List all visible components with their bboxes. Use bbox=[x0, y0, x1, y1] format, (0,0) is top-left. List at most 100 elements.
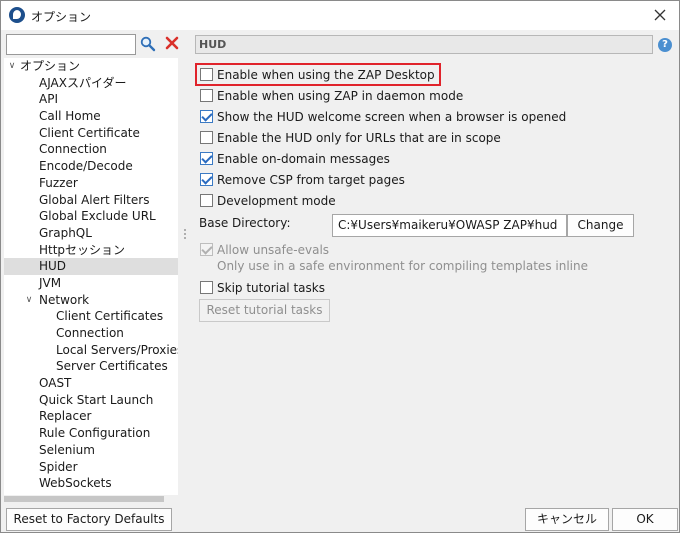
search-icon[interactable] bbox=[140, 36, 156, 52]
checkbox-label: Allow unsafe-evals bbox=[217, 242, 330, 257]
tree-item[interactable]: ∨ Network bbox=[4, 292, 178, 309]
tree-item[interactable]: Spider bbox=[4, 459, 178, 476]
clear-search-icon[interactable] bbox=[164, 36, 180, 52]
tree-item-label: Replacer bbox=[39, 409, 92, 424]
change-directory-button[interactable]: Change bbox=[567, 214, 634, 237]
in-scope-only-checkbox[interactable] bbox=[200, 131, 213, 144]
tree-item[interactable]: Fuzzer bbox=[4, 175, 178, 192]
hud-options-panel: HUD ? Enable when using the ZAP Desktop … bbox=[191, 30, 679, 505]
chevron-down-icon[interactable]: ∨ bbox=[6, 58, 18, 75]
tree-item-label: OAST bbox=[39, 376, 72, 391]
options-search-input[interactable] bbox=[6, 34, 136, 55]
tree-item[interactable]: Selenium bbox=[4, 442, 178, 459]
checkbox-label: Enable when using the ZAP Desktop bbox=[217, 67, 435, 82]
checkbox-label: Skip tutorial tasks bbox=[217, 280, 325, 295]
remove-csp-checkbox[interactable] bbox=[200, 173, 213, 186]
tree-item-label: Selenium bbox=[39, 442, 95, 457]
tree-item-label: HUD bbox=[39, 259, 67, 274]
tree-item[interactable]: Httpセッション bbox=[4, 242, 178, 259]
enable-daemon-checkbox[interactable] bbox=[200, 89, 213, 102]
chevron-down-icon[interactable]: ∨ bbox=[23, 292, 35, 309]
tree-item-label: Global Alert Filters bbox=[39, 192, 150, 207]
tree-item-label: Network bbox=[39, 292, 90, 307]
tree-item[interactable]: Encode/Decode bbox=[4, 158, 178, 175]
tree-item[interactable]: API bbox=[4, 91, 178, 108]
help-icon[interactable]: ? bbox=[658, 38, 672, 52]
tree-item[interactable]: GraphQL bbox=[4, 225, 178, 242]
tree-item-label: Global Exclude URL bbox=[39, 209, 156, 224]
options-dialog: オプション ∨ オプション AJAXスパイダー API Call Home Client … bbox=[0, 0, 680, 533]
tree-item[interactable]: Global Exclude URL bbox=[4, 208, 178, 225]
tree-item[interactable]: WebSockets bbox=[4, 475, 178, 492]
remove-csp-option[interactable]: Remove CSP from target pages bbox=[200, 171, 405, 188]
tree-item[interactable]: ∨ オプション bbox=[4, 58, 178, 75]
development-mode-option[interactable]: Development mode bbox=[200, 192, 336, 209]
scrollbar-thumb[interactable] bbox=[4, 496, 164, 502]
options-tree[interactable]: ∨ オプション AJAXスパイダー API Call Home Client Certif… bbox=[4, 58, 178, 503]
checkbox-label: Enable when using ZAP in daemon mode bbox=[217, 88, 464, 103]
splitter-handle-icon[interactable] bbox=[183, 227, 187, 241]
reset-tutorial-tasks-button: Reset tutorial tasks bbox=[199, 299, 330, 322]
tree-item[interactable]: AJAXスパイダー bbox=[4, 75, 178, 92]
checkbox-label: Development mode bbox=[217, 193, 336, 208]
tree-item[interactable]: Connection bbox=[4, 141, 178, 158]
tree-item[interactable]: Client Certificate bbox=[4, 125, 178, 142]
tree-item[interactable]: Replacer bbox=[4, 408, 178, 425]
options-navigation-panel: ∨ オプション AJAXスパイダー API Call Home Client Certif… bbox=[1, 30, 190, 505]
unsafe-evals-note: Only use in a safe environment for compi… bbox=[217, 259, 588, 273]
tree-horizontal-scrollbar[interactable] bbox=[4, 495, 178, 503]
title-bar: オプション bbox=[1, 1, 679, 30]
tree-item[interactable]: Connection bbox=[4, 325, 178, 342]
dialog-footer: Reset to Factory Defaults キャンセル OK bbox=[1, 505, 679, 532]
development-mode-checkbox[interactable] bbox=[200, 194, 213, 207]
reset-factory-defaults-button[interactable]: Reset to Factory Defaults bbox=[6, 508, 172, 531]
show-welcome-checkbox[interactable] bbox=[200, 110, 213, 123]
tree-item[interactable]: Quick Start Launch bbox=[4, 392, 178, 409]
on-domain-messages-option[interactable]: Enable on-domain messages bbox=[200, 150, 390, 167]
tree-item[interactable]: Server Certificates bbox=[4, 358, 178, 375]
cancel-button[interactable]: キャンセル bbox=[525, 508, 609, 531]
tree-item[interactable]: HUD bbox=[4, 258, 178, 275]
tree-item[interactable]: Client Certificates bbox=[4, 308, 178, 325]
base-directory-field[interactable]: C:¥Users¥maikeru¥OWASP ZAP¥hud bbox=[332, 214, 567, 237]
allow-unsafe-evals-option: Allow unsafe-evals bbox=[200, 241, 329, 258]
tree-item-label: GraphQL bbox=[39, 225, 92, 240]
tree-item-label: JVM bbox=[39, 275, 62, 290]
tree-item-label: Httpセッション bbox=[39, 242, 126, 257]
tree-item[interactable]: Call Home bbox=[4, 108, 178, 125]
checkbox-label: Enable the HUD only for URLs that are in… bbox=[217, 130, 501, 145]
tree-item-label: Connection bbox=[39, 142, 107, 157]
panel-title: HUD bbox=[195, 35, 653, 54]
skip-tutorial-option[interactable]: Skip tutorial tasks bbox=[200, 279, 325, 296]
tree-item-label: Client Certificate bbox=[39, 125, 140, 140]
tree-item-label: Spider bbox=[39, 459, 78, 474]
enable-desktop-option[interactable]: Enable when using the ZAP Desktop bbox=[200, 66, 435, 83]
in-scope-only-option[interactable]: Enable the HUD only for URLs that are in… bbox=[200, 129, 501, 146]
enable-desktop-checkbox[interactable] bbox=[200, 68, 213, 81]
close-button[interactable] bbox=[649, 5, 671, 25]
tree-item-label: オプション bbox=[20, 59, 81, 73]
on-domain-messages-checkbox[interactable] bbox=[200, 152, 213, 165]
skip-tutorial-checkbox[interactable] bbox=[200, 281, 213, 294]
tree-item-label: Encode/Decode bbox=[39, 159, 133, 174]
tree-item[interactable]: JVM bbox=[4, 275, 178, 292]
tree-item-label: Local Servers/Proxies bbox=[56, 342, 178, 357]
tree-item[interactable]: Local Servers/Proxies bbox=[4, 342, 178, 359]
tree-item-label: WebSockets bbox=[39, 476, 112, 491]
checkbox-label: Show the HUD welcome screen when a brows… bbox=[217, 109, 567, 124]
base-directory-label: Base Directory: bbox=[199, 216, 291, 230]
tree-item-label: AJAXスパイダー bbox=[39, 75, 127, 90]
ok-button[interactable]: OK bbox=[612, 508, 678, 531]
tree-item[interactable]: Global Alert Filters bbox=[4, 192, 178, 209]
tree-item[interactable]: OAST bbox=[4, 375, 178, 392]
tree-item-label: Connection bbox=[56, 326, 124, 340]
show-welcome-option[interactable]: Show the HUD welcome screen when a brows… bbox=[200, 108, 566, 125]
enable-daemon-option[interactable]: Enable when using ZAP in daemon mode bbox=[200, 87, 463, 104]
window-title: オプション bbox=[31, 10, 92, 24]
close-icon bbox=[654, 9, 666, 21]
checkbox-label: Remove CSP from target pages bbox=[217, 172, 405, 187]
tree-item-label: Server Certificates bbox=[56, 359, 168, 374]
tree-item-label: API bbox=[39, 92, 58, 107]
tree-item[interactable]: Rule Configuration bbox=[4, 425, 178, 442]
zap-app-icon bbox=[9, 7, 25, 23]
